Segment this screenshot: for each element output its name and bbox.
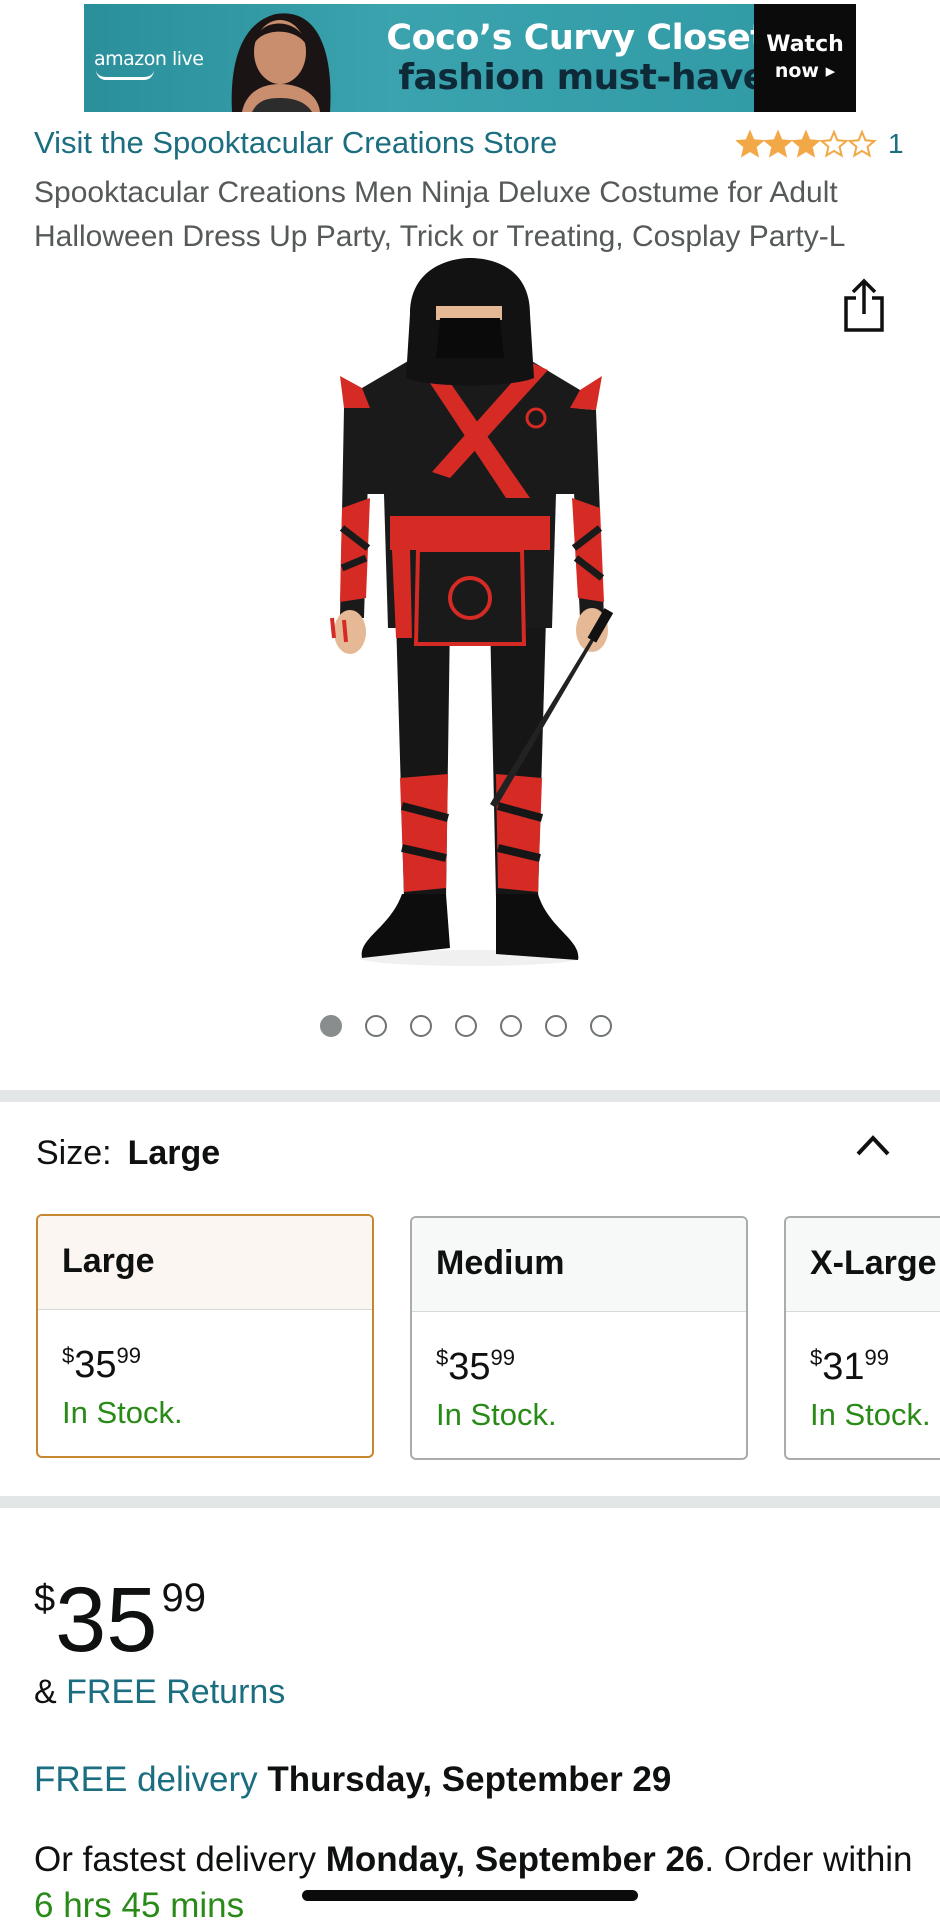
free-returns-link[interactable]: FREE Returns [66,1673,285,1711]
stock-status: In Stock. [436,1397,557,1432]
order-countdown: 6 hrs 45 mins [34,1886,245,1920]
size-selector-header: Size: Large [36,1134,220,1173]
amazon-live-logo: amazon live [94,48,204,80]
star-filled-icon [763,130,793,158]
star-filled-icon [791,130,821,158]
share-icon[interactable] [840,278,888,334]
presenter-photo [231,13,331,112]
carousel-dot[interactable] [500,1015,522,1037]
watch-label: Watch [766,32,844,57]
stock-status: In Stock. [810,1397,931,1432]
size-option-price: $3199 [810,1345,890,1388]
star-empty-icon [847,130,877,158]
fastest-delivery-date: Monday, September 26 [325,1840,705,1879]
selected-size-value: Large [127,1134,221,1172]
fastest-delivery-info: Or fastest delivery Monday, September 26… [34,1837,914,1920]
star-rating[interactable]: 1 [736,126,904,162]
carousel-dot[interactable] [410,1015,432,1037]
returns-info: & FREE Returns [34,1673,286,1711]
delivery-info: FREE delivery Thursday, September 29 [34,1760,671,1800]
product-title: Spooktacular Creations Men Ninja Deluxe … [34,176,846,253]
size-option-name: Large [38,1216,372,1310]
rating-count: 1 [888,128,904,159]
now-label: now ▸ [774,60,836,82]
chevron-up-icon[interactable] [854,1130,892,1160]
amazon-live-banner-ad[interactable]: amazon live Coco’s Curvy Closet’s fashio… [84,4,856,112]
size-option-price: $3599 [436,1345,516,1388]
star-empty-icon [819,130,849,158]
carousel-dot[interactable] [365,1015,387,1037]
size-option-large[interactable]: Large $3599 In Stock. [36,1214,374,1458]
size-label: Size: [36,1134,112,1172]
free-delivery-link[interactable]: FREE delivery [34,1760,258,1799]
carousel-dot[interactable] [320,1015,342,1037]
size-option-name: Medium [412,1218,746,1312]
section-divider [0,1090,940,1102]
star-filled-icon [736,130,765,158]
image-carousel-dots[interactable] [320,1015,612,1037]
size-option-price: $3599 [62,1343,142,1386]
product-image[interactable] [300,258,640,968]
carousel-dot[interactable] [545,1015,567,1037]
product-price: $35 99 [34,1569,206,1671]
carousel-dot[interactable] [455,1015,477,1037]
size-option-name: X-Large [786,1218,940,1312]
size-option-x-large[interactable]: X-Large $3199 In Stock. [784,1216,940,1460]
delivery-date: Thursday, September 29 [267,1760,672,1799]
section-divider [0,1496,940,1508]
visit-store-link[interactable]: Visit the Spooktacular Creations Store [34,125,557,161]
stock-status: In Stock. [62,1395,183,1430]
home-indicator[interactable] [302,1890,638,1901]
amazon-smile-icon [96,70,154,80]
size-option-medium[interactable]: Medium $3599 In Stock. [410,1216,748,1460]
watch-now-button[interactable]: Watch now ▸ [754,4,856,112]
rating-stars [736,130,877,158]
carousel-dot[interactable] [590,1015,612,1037]
